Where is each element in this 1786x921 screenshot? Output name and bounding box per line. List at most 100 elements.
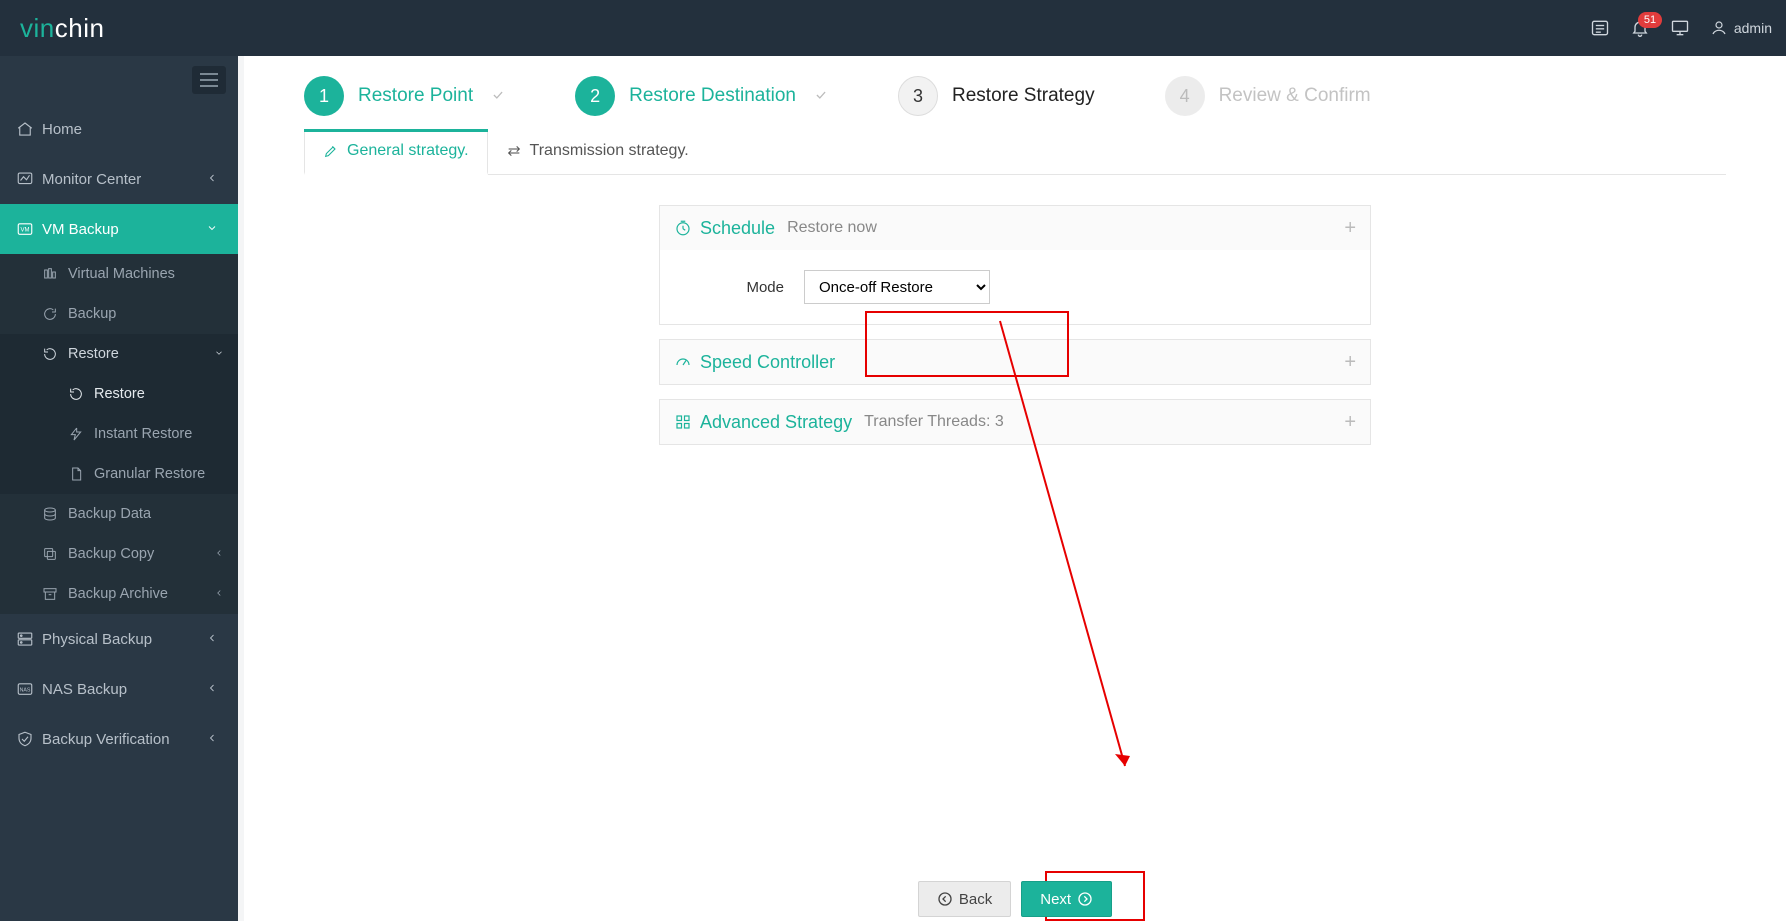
sidebar-sub-backup[interactable]: Backup: [0, 294, 238, 334]
vm-icon: VM: [16, 220, 42, 238]
chevron-left-icon: [214, 546, 224, 562]
sidebar-sub-backup-copy[interactable]: Backup Copy: [0, 534, 238, 574]
panel-title: Schedule: [674, 218, 775, 239]
user-menu[interactable]: admin: [1700, 19, 1772, 37]
wizard-steps: 1 Restore Point 2 Restore Destination 3 …: [244, 56, 1786, 130]
chevron-left-icon: [214, 586, 224, 602]
next-button[interactable]: Next: [1021, 881, 1112, 917]
sidebar-item-vm-backup[interactable]: VM VM Backup: [0, 204, 238, 254]
sidebar-item-label: VM Backup: [42, 221, 206, 238]
sidebar-sub-label: Backup: [68, 306, 116, 322]
panel-summary: Transfer Threads: 3: [864, 413, 1004, 431]
shield-check-icon: [16, 730, 42, 748]
sidebar-item-home[interactable]: Home: [0, 104, 238, 154]
home-icon: [16, 120, 42, 138]
mode-select[interactable]: Once-off Restore: [804, 270, 990, 304]
transfer-icon: [506, 143, 522, 159]
sidebar-item-physical-backup[interactable]: Physical Backup: [0, 614, 238, 664]
panel-title: Advanced Strategy: [674, 412, 852, 433]
sidebar-sub2-granular-restore[interactable]: Granular Restore: [0, 454, 238, 494]
sidebar-sub-virtual-machines[interactable]: Virtual Machines: [0, 254, 238, 294]
main-content: 1 Restore Point 2 Restore Destination 3 …: [238, 56, 1786, 921]
wizard-step-title: Restore Destination: [629, 85, 796, 107]
sidebar-sub2-instant-restore[interactable]: Instant Restore: [0, 414, 238, 454]
wizard-step-title: Restore Strategy: [952, 85, 1095, 107]
bars-icon: [42, 266, 68, 282]
panel-speed-header[interactable]: Speed Controller +: [660, 340, 1370, 384]
svg-text:VM: VM: [21, 228, 30, 234]
chevron-down-icon: [206, 221, 222, 237]
nas-icon: NAS: [16, 680, 42, 698]
plus-icon: +: [1344, 411, 1356, 434]
plus-icon: +: [1344, 351, 1356, 374]
history-icon: [68, 386, 94, 402]
plus-icon: +: [1344, 217, 1356, 240]
sidebar-sub-backup-data[interactable]: Backup Data: [0, 494, 238, 534]
sidebar-sub-restore[interactable]: Restore: [0, 334, 238, 374]
sidebar-sub-label: Restore: [68, 346, 119, 362]
monitor-icon[interactable]: [1660, 8, 1700, 48]
chevron-left-icon: [206, 731, 222, 747]
mode-row: Mode Once-off Restore: [684, 270, 1346, 304]
mode-select-wrap: Once-off Restore: [804, 270, 990, 304]
bell-icon[interactable]: 51: [1620, 8, 1660, 48]
panel-schedule: Schedule Restore now + Mode Once-off Res…: [659, 205, 1371, 325]
sidebar: Home Monitor Center VM VM Backup Virtual…: [0, 56, 238, 921]
sidebar-item-backup-verification[interactable]: Backup Verification: [0, 714, 238, 764]
sidebar-sub-label: Virtual Machines: [68, 266, 175, 282]
hamburger-icon[interactable]: [192, 66, 226, 94]
panel-schedule-body: Mode Once-off Restore: [660, 250, 1370, 324]
refresh-icon: [42, 306, 68, 322]
wizard-step-2[interactable]: 2 Restore Destination: [575, 76, 828, 116]
sidebar-item-label: Monitor Center: [42, 171, 206, 188]
copy-icon: [42, 546, 68, 562]
wizard-step-title: Restore Point: [358, 85, 473, 107]
sidebar-item-label: NAS Backup: [42, 681, 206, 698]
arrow-left-icon: [937, 891, 953, 907]
check-icon: [814, 88, 828, 105]
wizard-step-title: Review & Confirm: [1219, 85, 1371, 107]
sidebar-sub-backup-archive[interactable]: Backup Archive: [0, 574, 238, 614]
sidebar-sub2-restore[interactable]: Restore: [0, 374, 238, 414]
panel-schedule-header[interactable]: Schedule Restore now +: [660, 206, 1370, 250]
back-button[interactable]: Back: [918, 881, 1011, 917]
topbar: vinchin 51 admin: [0, 0, 1786, 56]
notif-badge: 51: [1638, 12, 1662, 28]
tab-transmission-strategy[interactable]: Transmission strategy.: [488, 131, 707, 175]
next-label: Next: [1040, 891, 1071, 908]
sidebar-item-nas-backup[interactable]: NAS NAS Backup: [0, 664, 238, 714]
sidebar-sub2-label: Restore: [94, 386, 145, 402]
chevron-left-icon: [206, 171, 222, 187]
chevron-down-icon: [214, 346, 224, 362]
arrow-right-icon: [1077, 891, 1093, 907]
sidebar-item-label: Home: [42, 121, 222, 138]
wizard-step-number: 2: [575, 76, 615, 116]
svg-text:NAS: NAS: [20, 687, 31, 693]
sidebar-sub-label: Backup Data: [68, 506, 151, 522]
grid-icon: [674, 413, 692, 431]
panel-title: Speed Controller: [674, 352, 835, 373]
wizard-step-number: 1: [304, 76, 344, 116]
chevron-left-icon: [206, 631, 222, 647]
sidebar-item-monitor-center[interactable]: Monitor Center: [0, 154, 238, 204]
server-icon: [16, 630, 42, 648]
panel-speed: Speed Controller +: [659, 339, 1371, 385]
wizard-step-1[interactable]: 1 Restore Point: [304, 76, 505, 116]
panel-advanced-header[interactable]: Advanced Strategy Transfer Threads: 3 +: [660, 400, 1370, 444]
mode-label: Mode: [684, 279, 784, 296]
panel-advanced: Advanced Strategy Transfer Threads: 3 +: [659, 399, 1371, 445]
sidebar-item-label: Physical Backup: [42, 631, 206, 648]
wizard-footer: Back Next: [244, 881, 1786, 919]
tab-label: Transmission strategy.: [530, 142, 689, 160]
panels: Schedule Restore now + Mode Once-off Res…: [659, 205, 1371, 445]
list-icon[interactable]: [1580, 8, 1620, 48]
back-label: Back: [959, 891, 992, 908]
edit-icon: [323, 143, 339, 159]
user-name: admin: [1734, 20, 1772, 36]
wizard-step-4: 4 Review & Confirm: [1165, 76, 1371, 116]
wizard-step-3[interactable]: 3 Restore Strategy: [898, 76, 1095, 116]
bolt-icon: [68, 426, 94, 442]
tab-general-strategy[interactable]: General strategy.: [304, 131, 488, 175]
history-icon: [42, 346, 68, 362]
sidebar-sub2-label: Instant Restore: [94, 426, 192, 442]
